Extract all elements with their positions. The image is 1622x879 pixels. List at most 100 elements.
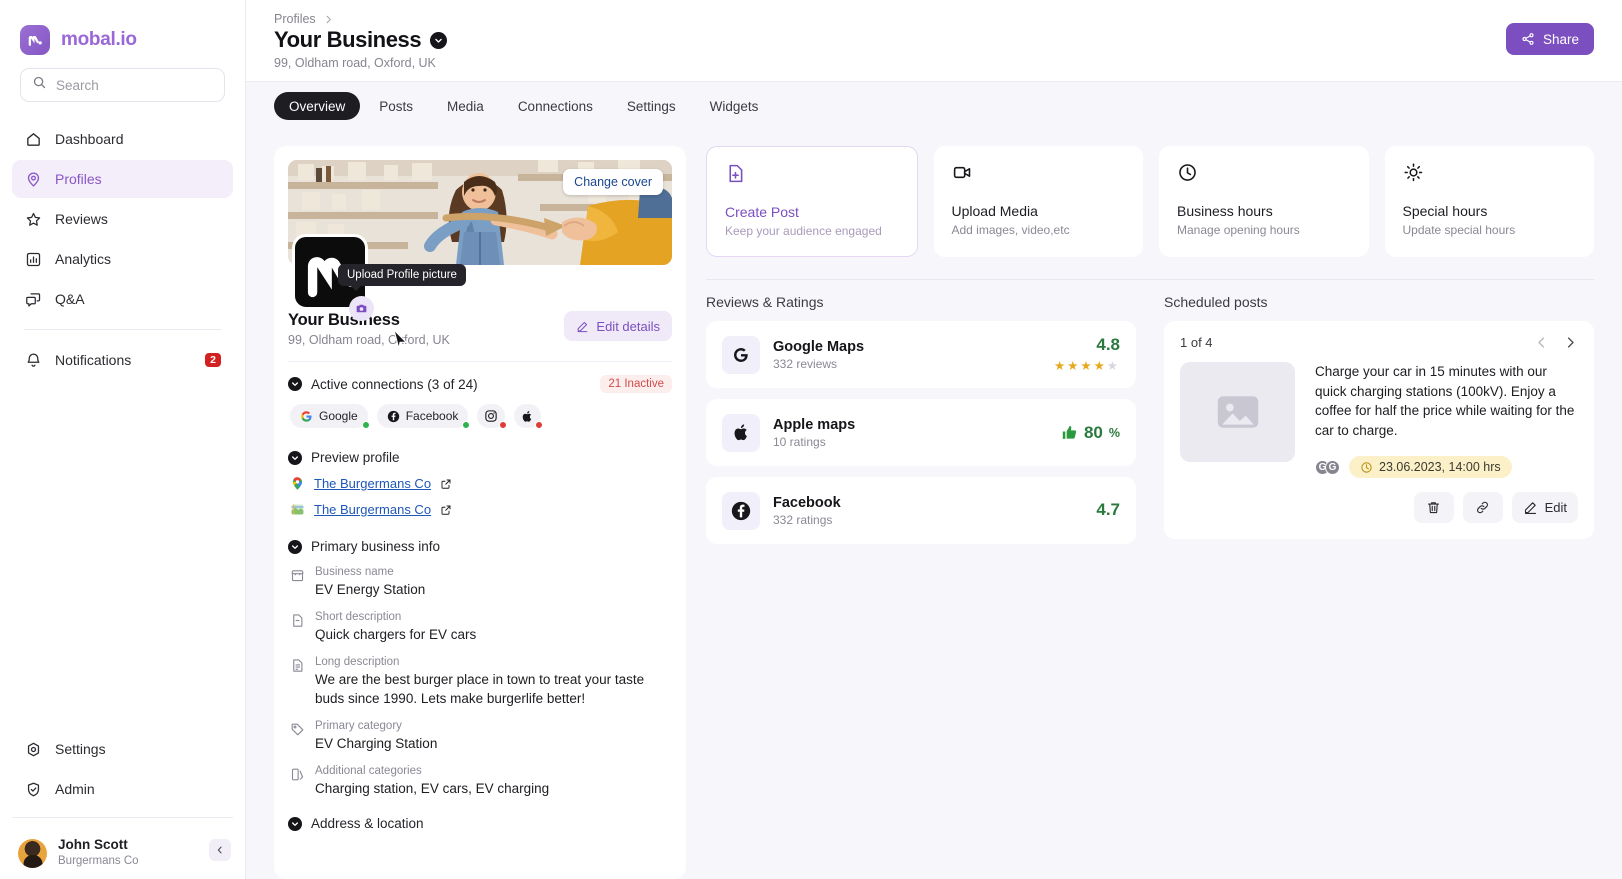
chevron-right-icon	[326, 15, 331, 23]
share-button[interactable]: Share	[1505, 23, 1594, 55]
mouse-cursor	[393, 329, 407, 350]
primary-info-header: Primary business info	[288, 539, 672, 554]
status-dot-disconnected	[499, 421, 508, 429]
sidebar-item-reviews[interactable]: Reviews	[12, 200, 233, 238]
notification-badge: 2	[205, 353, 221, 367]
collapse-preview-button[interactable]	[288, 450, 302, 465]
upload-profile-picture-button[interactable]	[349, 296, 374, 321]
tab-widgets[interactable]: Widgets	[695, 92, 774, 120]
profile-picture-area: Upload Profile picture	[292, 234, 466, 350]
quick-action-title: Create Post	[725, 204, 799, 220]
quick-action-special-hours[interactable]: Special hours Update special hours	[1384, 146, 1594, 257]
edit-details-button[interactable]: Edit details	[564, 311, 672, 341]
edit-details-label: Edit details	[596, 318, 660, 334]
sidebar-nav: Dashboard Profiles Reviews Analytics Q&A…	[0, 102, 245, 379]
preview-link-label[interactable]: The Burgermans Co	[314, 476, 431, 491]
reviews-title: Reviews & Ratings	[706, 294, 824, 310]
tab-posts[interactable]: Posts	[364, 92, 428, 120]
chevron-down-icon	[292, 822, 298, 826]
edit-post-button[interactable]: Edit	[1511, 492, 1578, 524]
post-navigation	[1534, 335, 1578, 350]
change-cover-button[interactable]: Change cover	[563, 169, 663, 195]
breadcrumb-profiles[interactable]: Profiles	[274, 12, 316, 26]
review-count: 332 ratings	[773, 512, 833, 527]
sidebar-item-admin[interactable]: Admin	[12, 770, 233, 808]
sidebar-item-label: Q&A	[55, 291, 85, 307]
quick-action-create-post[interactable]: Create Post Keep your audience engaged	[706, 146, 918, 257]
collapse-sidebar-button[interactable]	[209, 839, 231, 862]
review-meta: Apple maps 10 ratings	[773, 417, 855, 449]
review-row-apple[interactable]: Apple maps 10 ratings 80%	[706, 399, 1136, 466]
sidebar-item-label: Dashboard	[55, 131, 124, 147]
review-score-area: 4.8 ★★★★★	[1054, 335, 1120, 372]
pencil-icon	[578, 321, 588, 332]
quick-action-upload-media[interactable]: Upload Media Add images, video,etc	[933, 146, 1143, 257]
review-name: Facebook	[773, 494, 841, 511]
info-text: Business name EV Energy Station	[315, 566, 425, 599]
search-box[interactable]	[20, 68, 225, 102]
sidebar-item-settings[interactable]: Settings	[12, 730, 233, 768]
quick-action-title: Special hours	[1402, 203, 1488, 219]
tab-media[interactable]: Media	[432, 92, 499, 120]
info-value: Quick chargers for EV cars	[315, 627, 477, 643]
profile-switcher-button[interactable]	[430, 31, 448, 49]
delete-post-button[interactable]	[1413, 492, 1454, 524]
info-label: Long description	[315, 656, 400, 669]
preview-link-google: The Burgermans Co	[288, 476, 672, 491]
connection-chip-google[interactable]: Google	[290, 404, 370, 429]
main-area: Profiles Your Business 99, Oldham road, …	[246, 0, 1622, 879]
sidebar-item-notifications[interactable]: Notifications 2	[12, 341, 233, 379]
previous-post-button[interactable]	[1534, 335, 1549, 350]
collapse-primary-info-button[interactable]	[288, 539, 302, 554]
info-value: EV Energy Station	[315, 582, 426, 597]
external-link-icon[interactable]	[440, 504, 452, 516]
user-profile[interactable]: John Scott Burgermans Co	[0, 827, 245, 869]
copy-link-button[interactable]	[1462, 492, 1503, 524]
info-business-name: Business name EV Energy Station	[288, 566, 672, 599]
tab-overview[interactable]: Overview	[274, 92, 361, 120]
review-row-google[interactable]: Google Maps 332 reviews 4.8 ★★★★★	[706, 321, 1136, 388]
facebook-icon	[387, 410, 399, 422]
review-name: Apple maps	[773, 416, 856, 433]
sidebar-item-qa[interactable]: Q&A	[12, 280, 233, 318]
review-row-facebook[interactable]: Facebook 332 ratings 4.7	[706, 477, 1136, 544]
scheduled-post-header: 1 of 4	[1180, 335, 1578, 350]
brand[interactable]: mobal.io	[0, 0, 245, 62]
search-input[interactable]	[56, 77, 213, 93]
brand-name: mobal.io	[61, 29, 137, 50]
right-column: Create Post Keep your audience engaged U…	[706, 146, 1594, 879]
tab-settings[interactable]: Settings	[612, 92, 691, 120]
quick-action-business-hours[interactable]: Business hours Manage opening hours	[1159, 146, 1369, 257]
quick-actions: Create Post Keep your audience engaged U…	[706, 146, 1594, 257]
user-org: Burgermans Co	[58, 855, 139, 868]
chevron-left-icon	[1538, 337, 1545, 348]
quick-action-subtitle: Keep your audience engaged	[725, 224, 882, 238]
info-text: Long description We are the best burger …	[315, 656, 672, 707]
business-address: 99, Oldham road, Oxford, UK	[288, 333, 450, 347]
scheduled-post-card: 1 of 4 Charge your car in 15 minutes wit…	[1164, 321, 1594, 540]
preview-link-label[interactable]: The Burgermans Co	[314, 502, 431, 517]
sidebar-item-analytics[interactable]: Analytics	[12, 240, 233, 278]
chat-icon	[24, 290, 42, 308]
external-link-icon[interactable]	[440, 478, 452, 490]
storefront-icon	[290, 566, 305, 599]
quick-action-subtitle: Manage opening hours	[1177, 223, 1300, 237]
sidebar-item-profiles[interactable]: Profiles	[12, 160, 233, 198]
status-dot-connected	[462, 421, 471, 429]
percent-sign: %	[1108, 425, 1120, 440]
connection-chip-apple[interactable]	[514, 404, 544, 429]
search-container	[0, 62, 245, 102]
google-icon	[301, 410, 312, 422]
next-post-button[interactable]	[1563, 335, 1578, 350]
tab-connections[interactable]: Connections	[503, 92, 608, 120]
status-dot-connected	[361, 421, 370, 429]
collapse-address-button[interactable]	[288, 816, 302, 831]
pencil-icon	[1524, 502, 1536, 515]
sidebar-item-dashboard[interactable]: Dashboard	[12, 120, 233, 158]
collapse-connections-button[interactable]	[288, 377, 302, 391]
connection-chip-instagram[interactable]	[477, 404, 508, 429]
connection-chip-facebook[interactable]: Facebook	[376, 404, 471, 429]
video-camera-icon	[952, 166, 973, 187]
sun-icon	[1403, 163, 1424, 187]
chip-label: Google	[319, 409, 358, 423]
